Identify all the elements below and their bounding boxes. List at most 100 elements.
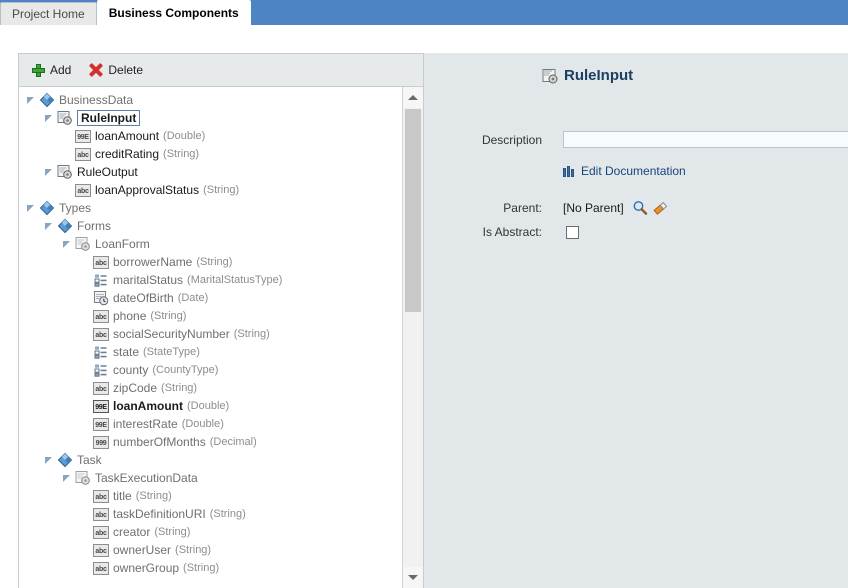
is-abstract-checkbox[interactable] bbox=[566, 225, 579, 239]
tree-node-label: BusinessData bbox=[59, 93, 134, 107]
tree-node[interactable]: abc ownerGroup (String) bbox=[19, 559, 401, 577]
scroll-down-button[interactable] bbox=[403, 567, 423, 588]
expand-collapse-toggle[interactable] bbox=[27, 204, 36, 213]
tree-node[interactable]: 99E loanAmount (Double) bbox=[19, 127, 401, 145]
expand-collapse-toggle[interactable] bbox=[45, 456, 54, 465]
tree-node[interactable]: Task bbox=[19, 451, 401, 469]
tree-node[interactable]: LoanForm bbox=[19, 235, 401, 253]
tree-node-type: (StateType) bbox=[143, 346, 200, 358]
tree-node[interactable]: Forms bbox=[19, 217, 401, 235]
tree-node-type: (String) bbox=[175, 544, 212, 556]
tree-node-label: taskDefinitionURI bbox=[113, 507, 206, 521]
expand-collapse-toggle[interactable] bbox=[63, 240, 72, 249]
tree-node-type: (Double) bbox=[181, 418, 224, 430]
tree-vertical-scrollbar[interactable] bbox=[402, 87, 423, 588]
description-row: Description bbox=[450, 131, 848, 148]
tree-node-label: Task bbox=[77, 453, 102, 467]
diamond-icon bbox=[57, 218, 73, 234]
details-panel: RuleInput Description Edit Documentation… bbox=[424, 53, 848, 588]
expand-collapse-toggle[interactable] bbox=[45, 168, 54, 177]
tree-node-label: county bbox=[113, 363, 149, 377]
expand-collapse-toggle[interactable] bbox=[27, 96, 36, 105]
tree-node[interactable]: RuleInput bbox=[19, 109, 401, 127]
close-x-icon bbox=[89, 63, 103, 77]
tree-node-label: loanAmount bbox=[113, 399, 183, 413]
tree-node-label: interestRate bbox=[113, 417, 178, 431]
business-components-tree[interactable]: BusinessData RuleInput 99E loanAmount (Doubl… bbox=[19, 87, 401, 588]
expand-collapse-toggle[interactable] bbox=[45, 114, 54, 123]
tree-node[interactable]: abc zipCode (String) bbox=[19, 379, 401, 397]
tab-project-home[interactable]: Project Home bbox=[0, 2, 97, 25]
tree-node[interactable]: RuleOutput bbox=[19, 163, 401, 181]
enum-list-icon bbox=[93, 362, 109, 378]
enum-list-icon bbox=[93, 272, 109, 288]
string-type-icon: abc bbox=[93, 543, 109, 557]
diamond-icon bbox=[39, 200, 55, 216]
tree-node[interactable]: abc phone (String) bbox=[19, 307, 401, 325]
tree-node[interactable]: abc taskDefinitionURI (String) bbox=[19, 505, 401, 523]
tree-node-type: (CountyType) bbox=[152, 364, 219, 376]
chevron-up-icon bbox=[408, 95, 418, 100]
is-abstract-row: Is Abstract: bbox=[450, 225, 579, 239]
tree-node[interactable]: BusinessData bbox=[19, 91, 401, 109]
tree-toolbar: Add Delete bbox=[19, 54, 423, 87]
plus-icon bbox=[32, 63, 45, 77]
tree-node-label: state bbox=[113, 345, 140, 359]
tree-node[interactable]: abc creditRating (String) bbox=[19, 145, 401, 163]
tree-node[interactable]: TaskExecutionData bbox=[19, 469, 401, 487]
tree-node-label: phone bbox=[113, 309, 147, 323]
tree-node-type: (String) bbox=[209, 508, 246, 520]
tree-node-label: dateOfBirth bbox=[113, 291, 174, 305]
delete-button[interactable]: Delete bbox=[89, 63, 143, 77]
add-button-label: Add bbox=[50, 63, 72, 77]
description-input[interactable] bbox=[563, 131, 848, 148]
number-type-icon: 99E bbox=[93, 399, 109, 413]
tree-node-label: creditRating bbox=[95, 147, 160, 161]
tree-node[interactable]: abc ownerUser (String) bbox=[19, 541, 401, 559]
tree-node[interactable]: 999 numberOfMonths (Decimal) bbox=[19, 433, 401, 451]
search-icon[interactable] bbox=[632, 200, 648, 216]
chevron-down-icon bbox=[408, 575, 418, 580]
tab-business-components[interactable]: Business Components bbox=[96, 0, 251, 25]
tree-node-type: (Double) bbox=[187, 400, 230, 412]
tree-node[interactable]: 99E loanAmount (Double) bbox=[19, 397, 401, 415]
parent-value: [No Parent] bbox=[563, 201, 624, 215]
tree-node-type: (Double) bbox=[163, 130, 206, 142]
parent-row: Parent: [No Parent] bbox=[450, 200, 668, 216]
tree-node[interactable]: abc title (String) bbox=[19, 487, 401, 505]
tree-node-label: socialSecurityNumber bbox=[113, 327, 230, 341]
tree-node[interactable]: abc loanApprovalStatus (String) bbox=[19, 181, 401, 199]
tree-node-label: ownerGroup bbox=[113, 561, 180, 575]
tree-node-type: (String) bbox=[161, 382, 198, 394]
tree-node[interactable]: state (StateType) bbox=[19, 343, 401, 361]
tree-node-label: maritalStatus bbox=[113, 273, 184, 287]
tree-node[interactable]: maritalStatus (MaritalStatusType) bbox=[19, 271, 401, 289]
string-type-icon: abc bbox=[93, 381, 109, 395]
tree-node-type: (Date) bbox=[177, 292, 209, 304]
scrollbar-thumb[interactable] bbox=[405, 109, 421, 312]
string-type-icon: abc bbox=[93, 309, 109, 323]
tree-node-label: zipCode bbox=[113, 381, 158, 395]
add-button[interactable]: Add bbox=[32, 63, 71, 77]
tree-node[interactable]: county (CountyType) bbox=[19, 361, 401, 379]
gear-icon bbox=[75, 470, 91, 486]
tree-node[interactable]: 99E interestRate (Double) bbox=[19, 415, 401, 433]
editor-tab-strip: Project Home Business Components bbox=[0, 0, 848, 25]
tree-node-type: (String) bbox=[135, 490, 172, 502]
tree-node[interactable]: Types bbox=[19, 199, 401, 217]
tree-node[interactable]: dateOfBirth (Date) bbox=[19, 289, 401, 307]
tree-node-label: ownerUser bbox=[113, 543, 172, 557]
parent-label: Parent: bbox=[503, 201, 542, 215]
number-type-icon: 99E bbox=[93, 417, 109, 431]
diamond-icon bbox=[39, 92, 55, 108]
diamond-icon bbox=[57, 452, 73, 468]
expand-collapse-toggle[interactable] bbox=[63, 474, 72, 483]
tree-node[interactable]: abc socialSecurityNumber (String) bbox=[19, 325, 401, 343]
edit-documentation-link[interactable]: Edit Documentation bbox=[563, 164, 686, 178]
tree-node[interactable]: abc borrowerName (String) bbox=[19, 253, 401, 271]
eraser-icon[interactable] bbox=[652, 200, 668, 216]
expand-collapse-toggle[interactable] bbox=[45, 222, 54, 231]
scroll-up-button[interactable] bbox=[403, 87, 423, 108]
tree-node[interactable]: abc creator (String) bbox=[19, 523, 401, 541]
details-title: RuleInput bbox=[542, 67, 633, 84]
